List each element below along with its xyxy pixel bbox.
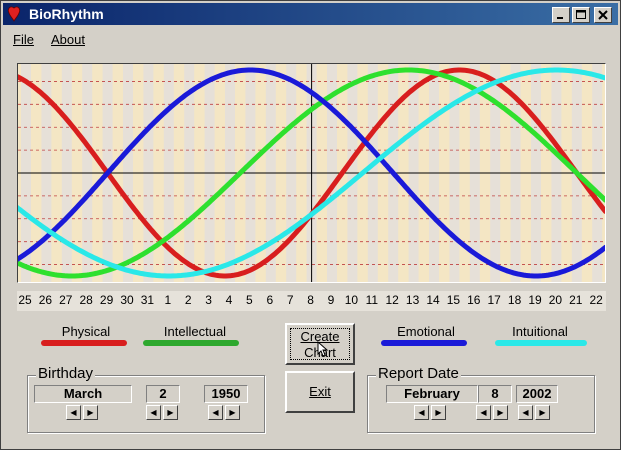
day-label: 8 bbox=[307, 293, 314, 307]
report-day-field[interactable]: 8 bbox=[478, 385, 512, 403]
menu-about-label: About bbox=[51, 32, 85, 47]
report-month-next[interactable]: ▶ bbox=[431, 405, 446, 420]
day-label: 27 bbox=[59, 293, 73, 307]
day-label: 7 bbox=[286, 293, 294, 307]
mouse-pointer-icon bbox=[317, 341, 329, 357]
day-label: 22 bbox=[589, 293, 603, 307]
legend-intellectual-label: Intellectual bbox=[163, 324, 227, 339]
legend-physical-line bbox=[41, 340, 127, 346]
day-labels-row: 25 26 27 28 29 30 31 1 2 3 4 5 6 7 8 9 10 11 12 13 14 15 16 17 1… bbox=[17, 291, 606, 311]
birthday-year-next[interactable]: ▶ bbox=[225, 405, 240, 420]
menu-about[interactable]: About bbox=[51, 32, 85, 47]
report-year-prev[interactable]: ◀ bbox=[518, 405, 533, 420]
day-label: 12 bbox=[385, 293, 399, 307]
birthday-title: Birthday bbox=[36, 365, 96, 382]
day-label: 14 bbox=[426, 293, 440, 307]
exit-button[interactable]: Exit bbox=[285, 371, 355, 413]
legend-physical-label: Physical bbox=[61, 324, 111, 339]
legend-intuitional-line bbox=[495, 340, 587, 346]
birthday-year-field[interactable]: 1950 bbox=[204, 385, 248, 403]
menu-file-label: File bbox=[13, 32, 34, 47]
maximize-icon bbox=[576, 10, 586, 19]
report-year-field[interactable]: 2002 bbox=[516, 385, 558, 403]
birthday-month-next[interactable]: ▶ bbox=[83, 405, 98, 420]
window-title: BioRhythm bbox=[29, 6, 104, 22]
day-label: 28 bbox=[79, 293, 93, 307]
report-day-next[interactable]: ▶ bbox=[493, 405, 508, 420]
day-label: 4 bbox=[225, 293, 233, 307]
day-label: 15 bbox=[446, 293, 461, 307]
chart-plot bbox=[13, 64, 608, 282]
birthday-year-prev[interactable]: ◀ bbox=[208, 405, 223, 420]
day-label: 11 bbox=[365, 293, 379, 307]
day-label: 2 bbox=[184, 293, 192, 307]
birthday-day-field[interactable]: 2 bbox=[146, 385, 180, 403]
day-label: 10 bbox=[344, 293, 359, 307]
day-label: 1 bbox=[164, 293, 172, 307]
birthday-group: Birthday March ◀ ▶ 2 ◀ ▶ 1950 ◀ ▶ bbox=[27, 365, 265, 433]
title-bar[interactable]: BioRhythm bbox=[3, 3, 618, 25]
day-label: 20 bbox=[548, 293, 563, 307]
menu-bar: File About bbox=[3, 29, 618, 51]
day-label: 5 bbox=[246, 293, 253, 307]
biorhythm-chart bbox=[13, 63, 608, 283]
birthday-month-field[interactable]: March bbox=[34, 385, 132, 403]
day-label: 31 bbox=[140, 293, 155, 307]
report-month-field[interactable]: February bbox=[386, 385, 478, 403]
report-year-next[interactable]: ▶ bbox=[535, 405, 550, 420]
report-month-prev[interactable]: ◀ bbox=[414, 405, 429, 420]
create-chart-button[interactable]: Create Chart bbox=[285, 323, 355, 365]
day-label: 18 bbox=[507, 293, 522, 307]
day-label: 19 bbox=[528, 293, 542, 307]
report-date-group: Report Date February ◀ ▶ 8 ◀ ▶ 2002 ◀ ▶ bbox=[367, 365, 595, 433]
birthday-day-prev[interactable]: ◀ bbox=[146, 405, 161, 420]
close-button[interactable] bbox=[594, 7, 612, 23]
legend-emotional-label: Emotional bbox=[397, 324, 455, 339]
day-label: 17 bbox=[487, 293, 501, 307]
maximize-button[interactable] bbox=[572, 7, 590, 23]
legend-intuitional-label: Intuitional bbox=[512, 324, 568, 339]
app-heart-icon bbox=[7, 6, 21, 22]
biorhythm-window: BioRhythm File About 25 26 27 28 29 30 31 1 2 3 4 5… bbox=[0, 0, 621, 450]
minimize-icon bbox=[557, 17, 563, 19]
day-label: 30 bbox=[120, 293, 134, 307]
birthday-month-prev[interactable]: ◀ bbox=[66, 405, 81, 420]
day-label: 3 bbox=[205, 293, 212, 307]
day-label: 25 bbox=[18, 293, 32, 307]
legend-intellectual-line bbox=[143, 340, 239, 346]
day-label: 13 bbox=[405, 293, 420, 307]
day-label: 6 bbox=[266, 293, 274, 307]
legend-emotional-line bbox=[381, 340, 467, 346]
report-day-prev[interactable]: ◀ bbox=[476, 405, 491, 420]
day-label: 29 bbox=[99, 293, 114, 307]
report-date-title: Report Date bbox=[376, 365, 461, 382]
close-icon bbox=[598, 10, 608, 20]
day-label: 16 bbox=[467, 293, 481, 307]
minimize-button[interactable] bbox=[552, 7, 570, 23]
menu-file[interactable]: File bbox=[13, 32, 34, 47]
birthday-day-next[interactable]: ▶ bbox=[163, 405, 178, 420]
day-label: 26 bbox=[38, 293, 53, 307]
exit-label: Exit bbox=[309, 384, 331, 399]
day-label: 21 bbox=[569, 293, 583, 307]
day-label: 9 bbox=[327, 293, 335, 307]
